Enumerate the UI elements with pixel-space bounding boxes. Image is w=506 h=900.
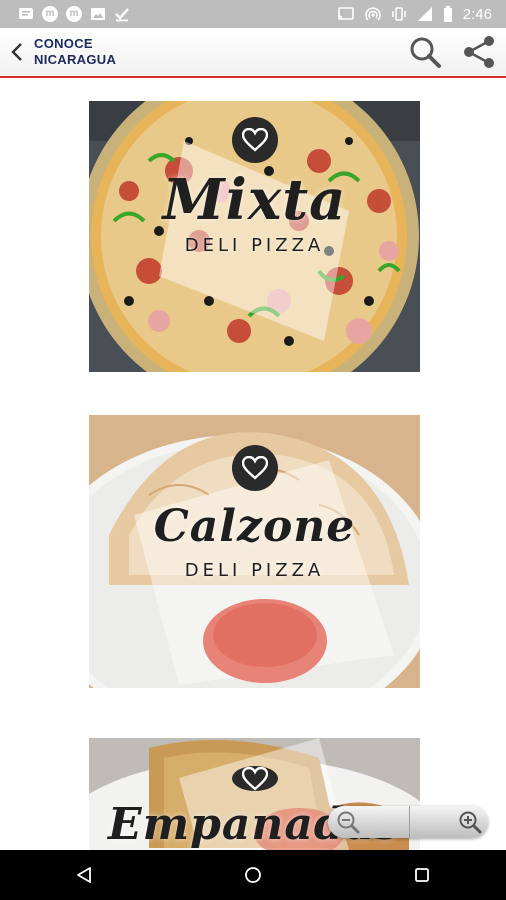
app-screen: m m 2:46 CONOCE NICARAGUA Mixta DELI PIZ… [0,0,506,900]
heart-icon [241,128,268,152]
zoom-out-icon [337,811,360,834]
zoom-in-icon [459,811,482,834]
clock-time: 2:46 [462,5,492,23]
favorite-heart-badge[interactable] [231,766,278,791]
check-icon [114,6,130,22]
chevron-left-icon [11,43,22,61]
hotspot-icon [365,6,381,22]
nav-recents-button[interactable] [392,850,452,900]
cast-icon [337,6,355,22]
nav-back-button[interactable] [54,850,114,900]
image-icon [90,6,106,22]
zoom-out-button[interactable] [328,806,410,838]
battery-icon [443,6,453,22]
menu-card-calzone[interactable]: Calzone DELI PIZZA [89,415,420,688]
card-title: Mixta [162,167,347,233]
message-icon [18,6,34,22]
system-nav-bar [0,850,506,900]
home-circle-icon [245,867,261,883]
recents-square-icon [414,868,429,882]
share-icon [464,36,494,68]
search-icon [410,37,441,68]
app-title-line-2: NICARAGUA [34,52,117,67]
menu-card-mixta[interactable]: Mixta DELI PIZZA [89,101,420,372]
card-title: Calzone [153,501,356,552]
app-bar: CONOCE NICARAGUA [0,28,506,78]
back-button[interactable] [2,28,32,76]
heart-icon [241,766,268,791]
back-triangle-icon [77,867,92,883]
m-app-icon: m [42,6,58,22]
search-button[interactable] [406,33,444,71]
favorite-heart-badge[interactable] [231,445,278,491]
app-title: CONOCE NICARAGUA [34,36,116,68]
nav-home-button[interactable] [223,850,283,900]
zoom-in-button[interactable] [410,806,489,838]
content-list: Mixta DELI PIZZA Calzone DELI PIZZA Empa… [0,78,506,850]
app-title-line-1: CONOCE [34,36,93,51]
zoom-control [328,806,488,838]
share-button[interactable] [460,33,498,71]
favorite-heart-badge[interactable] [231,117,278,163]
heart-icon [241,456,268,480]
m-app-icon: m [66,6,82,22]
card-subtitle: DELI PIZZA [184,560,325,581]
signal-icon [417,6,433,22]
vibrate-icon [391,6,407,22]
card-subtitle: DELI PIZZA [184,235,325,256]
status-bar: m m 2:46 [0,0,506,28]
